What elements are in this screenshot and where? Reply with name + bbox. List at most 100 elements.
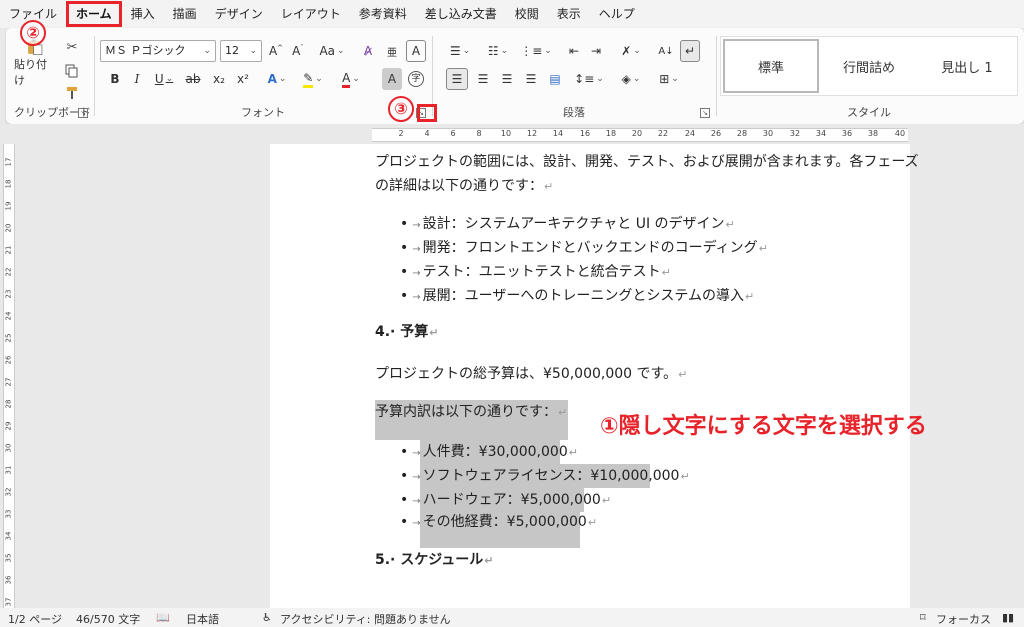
- clipboard-launcher[interactable]: ↘: [78, 108, 88, 118]
- copy-button[interactable]: [62, 60, 82, 82]
- font-size-value: 12: [225, 44, 239, 57]
- list-item: • → 展開：ユーザーへのトレーニングとシステムの導入↵: [400, 288, 755, 304]
- subscript-button[interactable]: x₂: [208, 68, 230, 90]
- bullets-button[interactable]: ☰: [442, 40, 478, 62]
- font-color-button[interactable]: A: [334, 68, 368, 90]
- ruler-tick: 34: [815, 129, 827, 138]
- shading-button[interactable]: ◈: [614, 68, 648, 90]
- horizontal-ruler[interactable]: 2 4 6 8 10 12 14 16 18 20 22 24 26 28 30…: [0, 124, 1024, 144]
- font-color-icon: A: [342, 71, 351, 88]
- decrease-indent-icon: ⇤: [568, 44, 580, 58]
- text-effects-button[interactable]: A: [262, 68, 292, 90]
- step3-marker: ③: [388, 96, 414, 122]
- underline-button[interactable]: U: [150, 68, 178, 90]
- increase-indent-button[interactable]: ⇥: [586, 40, 606, 62]
- ruler-tick: 22: [4, 267, 13, 277]
- decrease-indent-button[interactable]: ⇤: [564, 40, 584, 62]
- align-left-button[interactable]: ☰: [446, 68, 468, 90]
- ruler-tick: 34: [4, 531, 13, 541]
- font-name-value: ＭＳ Ｐゴシック: [105, 44, 186, 57]
- italic-button[interactable]: I: [128, 68, 146, 90]
- ruler-tick: 36: [841, 129, 853, 138]
- phonetic-guide-button[interactable]: 亜: [382, 40, 402, 62]
- step1-marker: ①: [600, 414, 619, 439]
- align-right-button[interactable]: ☰: [496, 68, 518, 90]
- borders-button[interactable]: ⊞: [652, 68, 686, 90]
- paragraph-launcher[interactable]: ↘: [700, 108, 710, 118]
- align-center-button[interactable]: ☰: [472, 68, 494, 90]
- tab-references[interactable]: 参考資料: [350, 1, 416, 27]
- ruler-tick: 36: [4, 575, 13, 585]
- tab-layout[interactable]: レイアウト: [272, 1, 350, 27]
- read-mode-icon[interactable]: ▮▮: [1002, 611, 1014, 624]
- asian-layout-button[interactable]: ✗: [614, 40, 648, 62]
- intro-line-1-text: プロジェクトの範囲には、設計、開発、テスト、および展開が含まれます。各フェーズ: [375, 154, 919, 170]
- tab-view[interactable]: 表示: [548, 1, 590, 27]
- show-marks-button[interactable]: ↵: [680, 40, 700, 62]
- paint-bucket-icon: ◈: [621, 72, 631, 86]
- list-item[interactable]: • → ソフトウェアライセンス：¥10,000,000↵: [400, 464, 690, 490]
- intro-line-2-text: の詳細は以下の通りです：: [375, 178, 543, 194]
- paragraph-mark: ↵: [744, 290, 755, 303]
- distributed-button[interactable]: ▤: [544, 68, 566, 90]
- tab-home[interactable]: ホーム: [66, 1, 122, 27]
- ruler-tick: 4: [424, 129, 430, 138]
- strikethrough-button[interactable]: ab: [182, 68, 204, 90]
- tab-draw[interactable]: 描画: [164, 1, 206, 27]
- list-item-text: 人件費：¥30,000,000: [422, 444, 568, 460]
- shrink-font-button[interactable]: Aˇ: [288, 40, 308, 62]
- highlight-button[interactable]: ✎: [296, 68, 330, 90]
- multilevel-list-button[interactable]: ⋮≡: [518, 40, 554, 62]
- ruler-tick: 32: [789, 129, 801, 138]
- char-shading-button[interactable]: A: [382, 68, 402, 90]
- sort-button[interactable]: A↓: [656, 40, 676, 62]
- font-name-combo[interactable]: ＭＳ Ｐゴシック ⌄: [100, 40, 216, 62]
- chevron-down-icon: ⌄: [203, 46, 211, 56]
- word-count[interactable]: 46/570 文字: [76, 611, 140, 627]
- char-border-button[interactable]: A: [406, 40, 426, 62]
- clear-format-button[interactable]: A̷: [358, 40, 378, 62]
- tab-review[interactable]: 校閲: [506, 1, 548, 27]
- list-item[interactable]: • → 人件費：¥30,000,000↵: [400, 440, 578, 466]
- increase-indent-icon: ⇥: [590, 44, 602, 58]
- tab-help[interactable]: ヘルプ: [590, 1, 644, 27]
- asian-layout-icon: ✗: [621, 44, 632, 58]
- numbering-button[interactable]: ☷: [480, 40, 516, 62]
- superscript-button[interactable]: x²: [232, 68, 254, 90]
- ruler-tick: 35: [4, 553, 13, 563]
- tab-mailings[interactable]: 差し込み文書: [416, 1, 506, 27]
- font-dialog-launcher-highlight[interactable]: [417, 104, 437, 122]
- change-case-button[interactable]: Aa: [314, 40, 350, 62]
- font-size-combo[interactable]: 12 ⌄: [220, 40, 262, 62]
- page-count[interactable]: 1/2 ページ: [8, 611, 62, 627]
- ruler-tick: 25: [4, 333, 13, 343]
- char-shading-icon: A: [387, 72, 397, 86]
- enclosed-char-button[interactable]: 字: [406, 68, 426, 90]
- vertical-ruler[interactable]: 17 18 19 20 21 22 23 24 25 26 27 28 29 3…: [0, 144, 18, 608]
- heading-budget-text: 4.· 予算: [375, 324, 429, 340]
- justify-button[interactable]: ☰: [520, 68, 542, 90]
- grow-font-button[interactable]: A^: [266, 40, 286, 62]
- paragraph-mark: ↵: [725, 218, 735, 231]
- accessibility-status[interactable]: アクセシビリティ: 問題ありません: [280, 611, 451, 627]
- step1-annotation: ①隠し文字にする文字を選択する: [600, 408, 927, 440]
- list-item[interactable]: • → その他経費：¥5,000,000↵: [400, 510, 597, 536]
- ruler-tick: 20: [4, 223, 13, 233]
- tab-design[interactable]: デザイン: [206, 1, 272, 27]
- list-item-text: ソフトウェアライセンス：¥10,000,000: [422, 468, 680, 484]
- breakdown-intro[interactable]: 予算内訳は以下の通りです：↵: [375, 400, 567, 425]
- language-indicator[interactable]: 日本語: [186, 611, 219, 627]
- line-spacing-button[interactable]: ↕≡: [572, 68, 606, 90]
- borders-icon: ⊞: [659, 72, 670, 86]
- bold-button[interactable]: B: [106, 68, 124, 90]
- tab-insert[interactable]: 挿入: [122, 1, 164, 27]
- ruler-tick: 24: [4, 311, 13, 321]
- ribbon: 貼り付け ✂ クリップボード ↘ ＭＳ Ｐゴシック ⌄ 12 ⌄ A^ Aˇ A…: [6, 28, 1024, 124]
- ruler-tick: 30: [762, 129, 774, 138]
- font-group-label: フォント: [241, 106, 285, 119]
- format-painter-button[interactable]: [62, 82, 82, 104]
- proofing-icon[interactable]: 📖: [156, 611, 170, 624]
- focus-button[interactable]: フォーカス: [936, 611, 991, 627]
- heading-budget: 4.· 予算↵: [375, 320, 438, 345]
- cut-button[interactable]: ✂: [62, 36, 82, 58]
